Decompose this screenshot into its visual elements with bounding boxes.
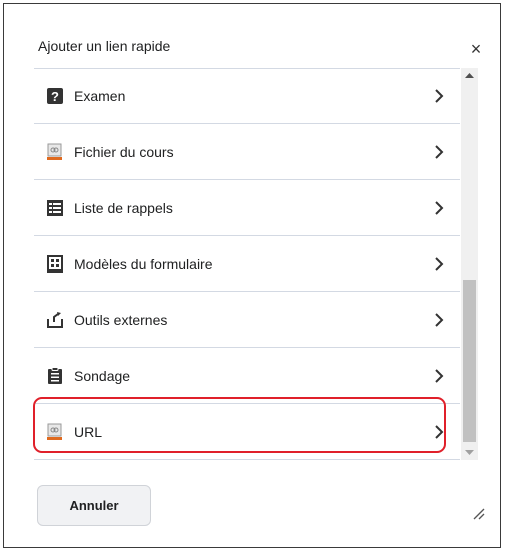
form-template-icon [47, 254, 63, 273]
list-item-outils-externes[interactable]: Outils externes [34, 292, 460, 348]
list-item-modeles-du-formulaire[interactable]: Modèles du formulaire [34, 236, 460, 292]
external-tools-icon [47, 311, 63, 328]
course-file-icon [47, 143, 62, 160]
url-link-icon [47, 423, 62, 440]
chevron-right-icon [435, 144, 444, 159]
chevron-right-icon [435, 368, 444, 383]
chevron-right-icon [435, 312, 444, 327]
list-item-label: URL [74, 423, 103, 440]
list-item-label: Sondage [74, 367, 131, 384]
resize-handle-icon[interactable] [471, 506, 485, 520]
list-item-liste-de-rappels[interactable]: Liste de rappels [34, 180, 460, 236]
list-item-examen[interactable]: ? Examen [34, 69, 460, 124]
list-item-label: Fichier du cours [74, 143, 174, 160]
dialog-title: Ajouter un lien rapide [38, 38, 171, 54]
cancel-button[interactable]: Annuler [37, 485, 151, 526]
list-item-label: Outils externes [74, 311, 168, 328]
list-item-sondage[interactable]: Sondage [34, 348, 460, 404]
chevron-right-icon [435, 89, 444, 103]
chevron-right-icon [435, 424, 444, 439]
scroll-down-arrow-icon[interactable] [461, 444, 478, 460]
list-item-label: Modèles du formulaire [74, 255, 213, 272]
close-icon[interactable]: × [467, 40, 485, 58]
scroll-up-arrow-icon[interactable] [461, 68, 478, 84]
chevron-right-icon [435, 256, 444, 271]
chevron-right-icon [435, 200, 444, 215]
list-item-url[interactable]: URL [34, 404, 460, 460]
survey-clipboard-icon [48, 366, 62, 384]
list-scrollbar[interactable] [461, 68, 478, 460]
list-item-label: Liste de rappels [74, 199, 173, 216]
quick-link-list: ? Examen Fichier du cours Liste de rappe… [34, 68, 460, 461]
list-item-label: Examen [74, 88, 126, 104]
question-box-icon: ? [47, 88, 63, 104]
checklist-icon [47, 199, 63, 216]
list-item-fichier-du-cours[interactable]: Fichier du cours [34, 124, 460, 180]
scrollbar-thumb[interactable] [463, 280, 476, 442]
svg-text:?: ? [51, 89, 59, 104]
